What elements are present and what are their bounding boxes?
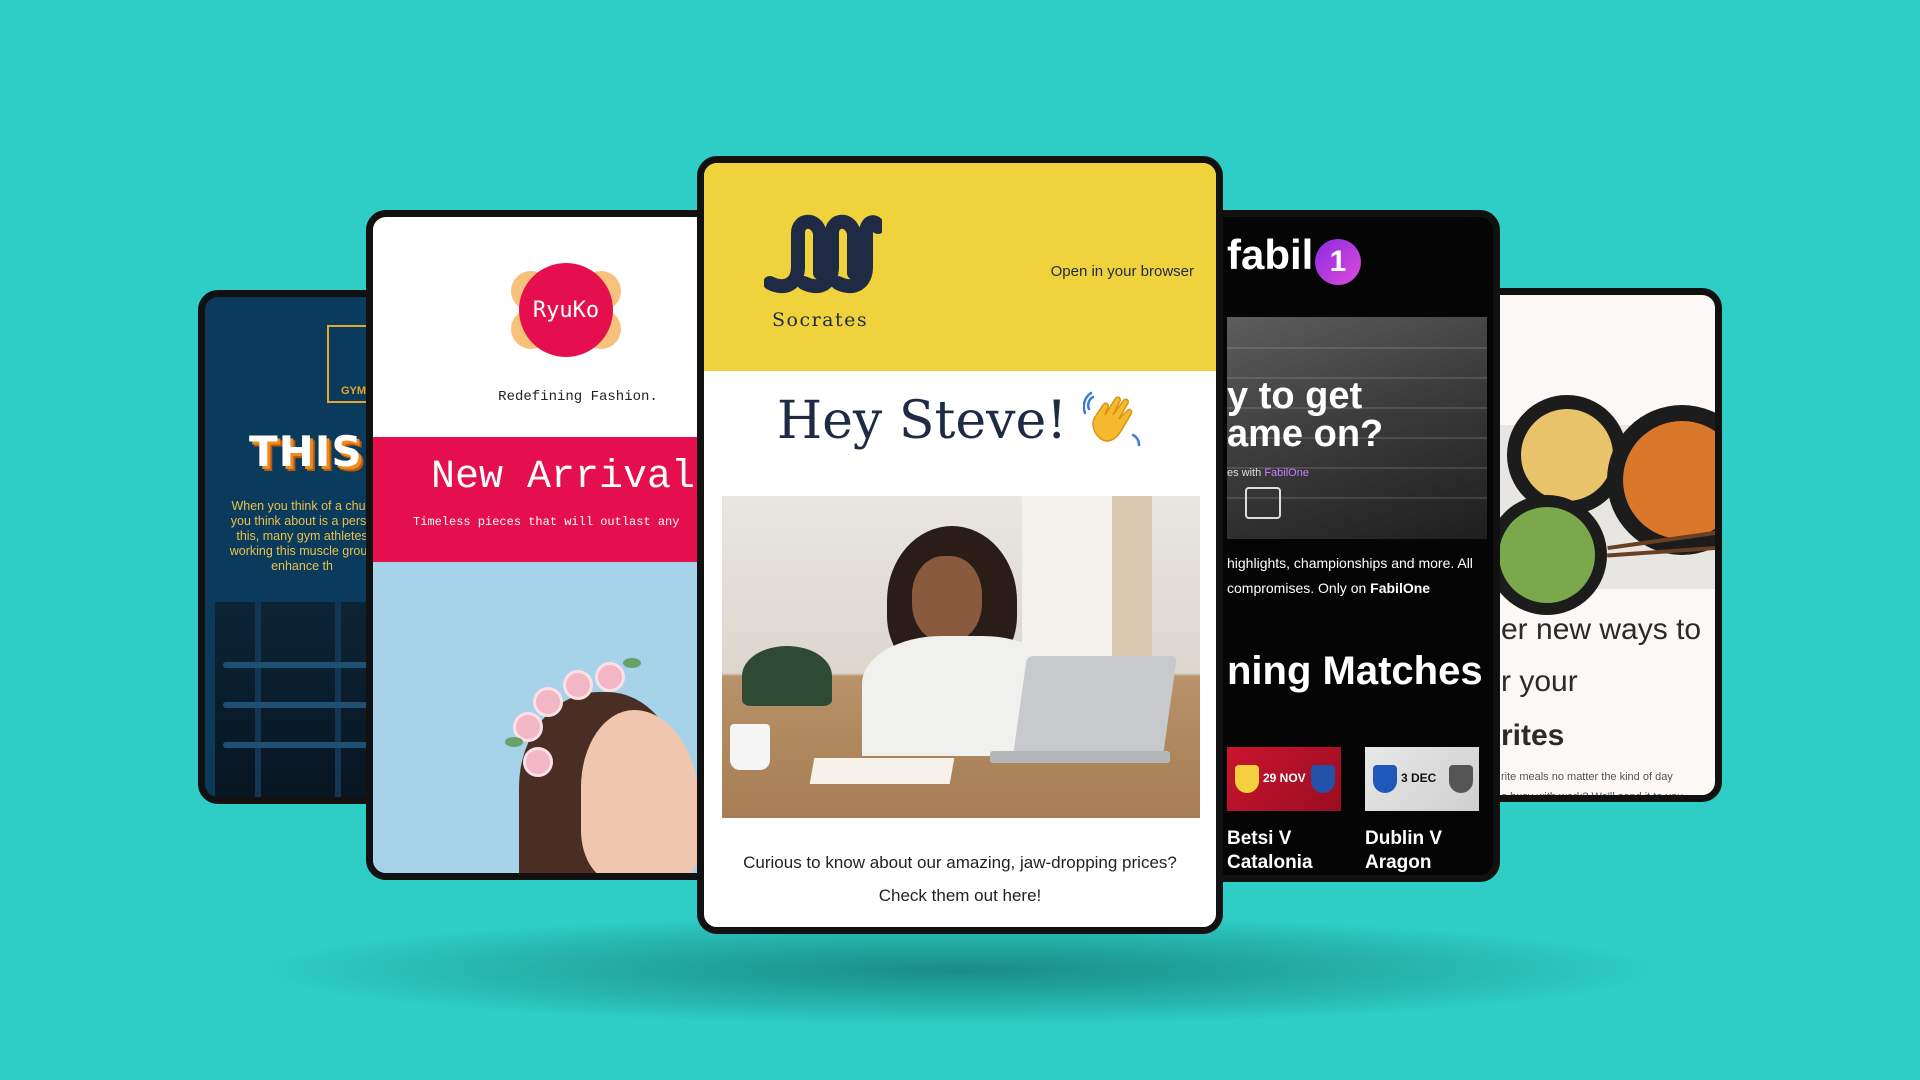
team-crest-icon — [1449, 765, 1473, 793]
team-crest-icon — [1235, 765, 1259, 793]
team-crest-icon — [1311, 765, 1335, 793]
food-body-line: rite meals no matter the kind of day — [1501, 771, 1673, 783]
gym-body-line: working this muscle group — [229, 544, 375, 558]
food-headline-line: er new ways to — [1501, 613, 1702, 646]
ryuko-tagline: Redefining Fashion. — [498, 389, 658, 405]
fabil-hero: y to get ame on? es with FabilOne — [1227, 317, 1487, 539]
match-card[interactable]: 3 DEC — [1365, 747, 1479, 811]
gym-body-line: this, many gym athletes — [236, 529, 368, 543]
socrates-email-card[interactable]: Socrates Open in your browser Hey Steve! — [697, 156, 1223, 934]
match-team-line: Aragon — [1365, 852, 1432, 873]
open-in-browser-link[interactable]: Open in your browser — [1051, 263, 1194, 280]
match-team-line: Catalonia — [1227, 852, 1313, 873]
team-crest-icon — [1373, 765, 1397, 793]
greeting-heading: Hey Steve! — [704, 391, 1216, 455]
match-teams: Betsi V Catalonia — [1227, 827, 1347, 875]
email-template-showcase: GYM THIS W When you think of a chun you … — [0, 0, 1920, 1080]
fabil-hero-caption-brand: FabilOne — [1264, 467, 1309, 479]
food-bowl — [1487, 495, 1607, 615]
portrait-face — [581, 710, 699, 873]
gym-body-line: When you think of a chun — [231, 499, 373, 513]
match-team-line: Dublin V — [1365, 828, 1443, 849]
fabil-hero-caption: es with FabilOne — [1227, 467, 1309, 479]
match-team-line: Betsi V — [1227, 828, 1292, 849]
ryuko-logo: RyuKo — [519, 263, 613, 357]
fabil-desc-brand: FabilOne — [1370, 580, 1431, 596]
match-card[interactable]: 29 NOV — [1227, 747, 1341, 811]
fabil-hero-line: y to get — [1227, 375, 1363, 417]
socrates-hero-photo — [722, 496, 1200, 818]
gym-body-line: enhance th — [271, 559, 333, 573]
gym-body-text: When you think of a chun you think about… — [217, 499, 387, 574]
food-body-text: rite meals no matter the kind of day o b… — [1501, 767, 1715, 802]
match-date: 29 NOV — [1263, 771, 1306, 785]
ryuko-email-card[interactable]: RyuKo Redefining Fashion. New Arrivals T… — [366, 210, 726, 880]
fabil-hero-line: ame on? — [1227, 413, 1384, 455]
fabil-brand: fabil — [1227, 231, 1314, 278]
fabil-hero-title: y to get ame on? — [1227, 377, 1383, 453]
fabil-description: highlights, championships and more. All … — [1227, 551, 1493, 601]
gym-body-line: you think about is a perso — [230, 514, 374, 528]
fabil-desc-prefix: compromises. Only on — [1227, 580, 1367, 596]
socrates-header: Socrates Open in your browser — [704, 163, 1216, 371]
promo-copy-line: Curious to know about our amazing, jaw-d… — [743, 853, 1177, 872]
fabil-hero-caption-prefix: es with — [1227, 467, 1262, 479]
fabil-desc-line: highlights, championships and more. All — [1227, 555, 1473, 571]
food-photo — [1467, 395, 1715, 615]
food-headline-line: rites — [1501, 719, 1565, 752]
food-body-line: o busy with work? We'll send it to you. — [1501, 791, 1687, 802]
ryuko-photo — [373, 562, 719, 873]
greeting-text: Hey Steve! — [776, 391, 1068, 451]
ryuko-banner-title: New Arrivals — [431, 455, 720, 500]
fabil-desc-line: compromises. Only on FabilOne — [1227, 576, 1493, 601]
fabil-email-card[interactable]: fabil 1 y to get ame on? es with FabilOn… — [1180, 210, 1500, 882]
fabil-one-logo-icon: 1 — [1315, 239, 1361, 285]
match-date: 3 DEC — [1401, 771, 1437, 785]
food-headline-line: r your — [1501, 665, 1578, 698]
waving-hand-icon — [1083, 391, 1141, 446]
ryuko-banner: New Arrivals Timeless pieces that will o… — [373, 437, 720, 562]
check-them-out-link[interactable]: Check them out here! — [704, 886, 1216, 906]
league-badge-icon — [1245, 487, 1281, 519]
ryuko-banner-subtitle: Timeless pieces that will outlast any — [413, 515, 680, 529]
match-teams: Dublin V Aragon — [1365, 827, 1485, 875]
fabil-section-title: ning Matches — [1227, 649, 1483, 693]
gym-logo-text: GYM — [341, 385, 367, 397]
socrates-logo-icon — [764, 214, 882, 294]
socrates-logo-name: Socrates — [772, 309, 869, 331]
